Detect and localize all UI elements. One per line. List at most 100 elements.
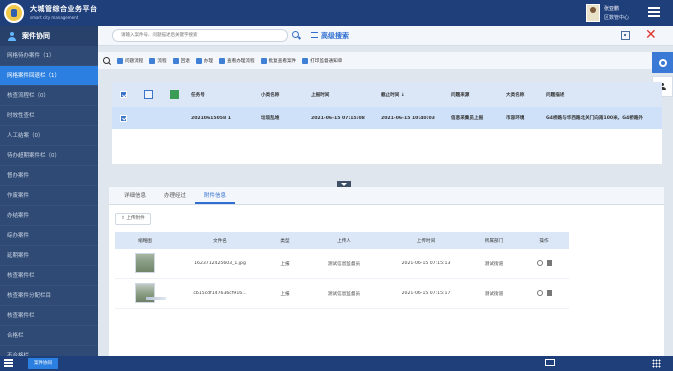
sidebar-item[interactable]: 核查案件分配栏目 [0,286,98,306]
select-all-checkbox[interactable] [120,91,127,98]
toolbar-button-label: 办理 [203,58,213,64]
sidebar-item[interactable]: 作废案件 [0,186,98,206]
trash-icon[interactable] [546,259,552,266]
advanced-search-button[interactable]: 高级搜索 [311,31,349,41]
bottom-bar: 案件协同 [0,356,673,371]
toolbar-button-icon [172,57,179,64]
toolbar-button-icon [149,57,156,64]
tab-history[interactable]: 办理经过 [155,188,195,204]
toolbar-button-icon [302,57,309,64]
detail-panel: 详细信息 办理经过 附件信息 ⇪ 上传附件 缩略图 文件名 类型 上传人 上传时… [109,187,664,357]
toolbar-button-label: 流程 [157,58,167,64]
detail-tabs: 详细信息 办理经过 附件信息 [109,187,664,205]
app-title: 大城管综合业务平台 [30,5,98,13]
category: 市容环境 [506,116,525,121]
toolbar-button[interactable]: 流程 [149,57,167,64]
deadline: 2021-06-15 10:40:03 [381,115,435,121]
toolbar-button[interactable]: 办理 [195,57,213,64]
close-icon[interactable]: ✕ [645,27,657,43]
sidebar-item[interactable]: 时效性查栏 [0,106,98,126]
uploader: 测试信息监督员 [327,291,361,297]
grid-col-header[interactable]: 截止时间 ↓ [381,92,451,98]
task-number: 20210615058 1 [191,115,231,121]
toolbar-button-icon [195,57,202,64]
taskbar-tab[interactable]: 案件协同 [28,358,58,369]
sidebar-item[interactable]: 待办超期案件栏（0） [0,146,98,166]
settings-tab[interactable] [652,52,673,73]
monitor-icon[interactable] [545,359,555,366]
grid-col-header[interactable]: 问题来源 [451,92,506,98]
toolbar-button-label: 问题流程 [125,58,144,64]
avatar[interactable] [586,4,600,22]
search-icon[interactable] [291,30,301,40]
thumbnail-image[interactable] [135,252,155,273]
apps-grid-icon[interactable] [652,359,661,368]
grid-col-header[interactable]: 问题描述 [546,92,616,98]
sidebar-item[interactable]: 网格待办案件（1） [0,46,98,66]
toolbar-button-icon [219,57,225,64]
file-name: cb15cdf147636cf916... [193,291,247,296]
sidebar-item[interactable]: 合格栏 [0,326,98,346]
person-icon [8,31,16,41]
file-type: 上报 [280,291,290,297]
toolbar-button[interactable]: 问题流程 [117,57,144,64]
file-name: 1623712425603_1.jpg [194,261,246,266]
toolbar-button-label: 批复查看案件 [268,58,297,64]
upload-time: 2021-06-15 07:15:17 [401,291,451,296]
fullscreen-icon[interactable] [621,31,630,40]
upload-time: 2021-06-15 07:15:13 [401,261,451,266]
subtype: 垃圾乱堆 [261,116,280,121]
column-settings-icon[interactable] [144,90,153,99]
upload-attachment-button[interactable]: ⇪ 上传附件 [115,213,151,225]
case-grid: 任务号 小类名称 上报时间 截止时间 ↓ 问题来源 大类名称 问题描述 2021… [112,82,662,164]
sidebar-item[interactable]: 延期案件 [0,246,98,266]
toolbar-button[interactable]: 回退 [172,57,190,64]
report-time: 2021-06-15 07:15:08 [311,115,365,121]
row-checkbox[interactable] [120,114,127,122]
grid-col-header[interactable]: 任务号 [191,92,261,98]
table-row[interactable]: 20210615058 1 垃圾乱堆 2021-06-15 07:15:08 2… [112,107,662,129]
partial-row [146,297,166,300]
tab-attachments[interactable]: 附件信息 [195,188,236,204]
toolbar-button[interactable]: 查看办理流程 [219,57,255,64]
grid-col-header[interactable]: 上报时间 [311,92,381,98]
tab-details[interactable]: 详细信息 [115,188,155,204]
toolbar-button[interactable]: 打印监督通知单 [302,57,343,64]
export-icon[interactable] [170,90,179,99]
filter-icon [311,32,318,38]
toolbar-button-label: 查看办理流程 [227,58,255,64]
trash-icon[interactable] [546,289,552,296]
attachment-table: 缩略图 文件名 类型 上传人 上传时间 所属部门 操作 162371242560… [115,232,569,309]
search-icon[interactable] [102,56,112,66]
sidebar-item[interactable]: 核查流程栏（0） [0,86,98,106]
sidebar-item[interactable]: 核查案件栏 [0,266,98,286]
app-subtitle: smart city management [30,15,79,20]
toolbar-button[interactable]: 批复查看案件 [260,57,297,64]
table-row[interactable]: cb15cdf147636cf916... 上报 测试信息监督员 2021-06… [115,279,569,309]
sidebar-item[interactable]: 网格案件回退栏（1） [0,66,98,86]
search-input[interactable] [112,29,288,42]
toolbar-button-label: 打印监督通知单 [310,58,343,64]
toolbar-button-label: 回退 [180,58,190,64]
sidebar-item[interactable]: 督办案件 [0,166,98,186]
hamburger-menu-icon[interactable] [648,7,660,17]
toolbar-button-icon [260,57,267,64]
file-type: 上报 [280,261,290,267]
grid-col-header[interactable]: 小类名称 [261,92,311,98]
description: G4桥路与华西路北关门向南100米，G4桥路外 [546,116,644,121]
sidebar-item[interactable]: 办结案件 [0,206,98,226]
top-header: 大城管综合业务平台 smart city management 张亚鹏 区数管中… [0,0,673,26]
user-dept: 区数管中心 [604,15,630,21]
sidebar-item[interactable]: 人工结案（0） [0,126,98,146]
department: 测试街道 [484,291,504,297]
source: 信息采集员上报 [451,116,484,121]
sidebar-item[interactable]: 核查案件栏 [0,306,98,326]
list-icon[interactable] [4,359,13,367]
info-icon[interactable] [536,289,543,296]
sidebar-item[interactable]: 综办案件 [0,226,98,246]
sidebar: 案件协同 网格待办案件（1） 网格案件回退栏（1） 核查流程栏（0） 时效性查栏 人工结… [0,26,98,366]
grid-col-header[interactable]: 大类名称 [506,92,546,98]
info-icon[interactable] [536,259,543,266]
grid-header: 任务号 小类名称 上报时间 截止时间 ↓ 问题来源 大类名称 问题描述 [112,82,662,107]
table-row[interactable]: 1623712425603_1.jpg 上报 测试信息监督员 2021-06-1… [115,249,569,279]
